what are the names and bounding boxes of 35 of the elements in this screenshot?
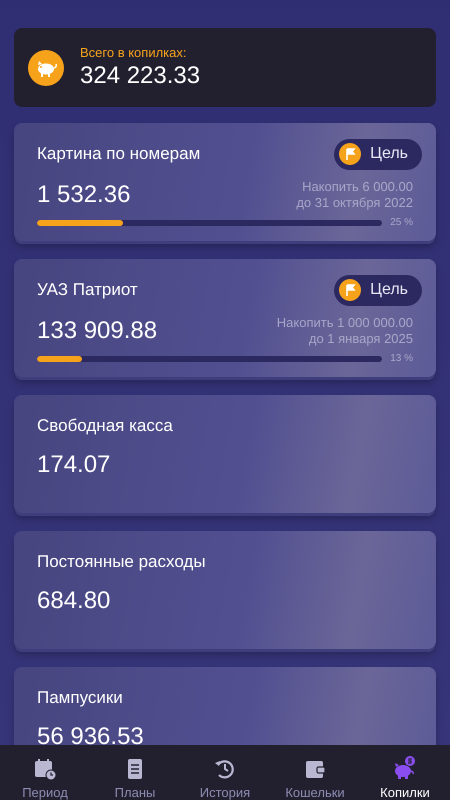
progress-percent: 25 %	[390, 217, 413, 228]
total-label: Всего в копилках:	[80, 45, 188, 60]
jar-name: УАЗ Патриот	[37, 280, 138, 300]
nav-tab[interactable]: Копилки	[360, 745, 450, 800]
flag-icon	[339, 143, 362, 165]
jar-amount: 133 909.88	[37, 317, 158, 345]
jar-card[interactable]: Свободная касса 174.07	[14, 395, 436, 513]
jar-name: Пампусики	[37, 688, 123, 708]
progress-percent: 13 %	[390, 353, 413, 364]
jar-name: Постоянные расходы	[37, 552, 206, 572]
calendar-icon	[33, 757, 57, 781]
piggy-bank-icon	[28, 50, 64, 86]
piggy-bank-icon	[392, 755, 418, 781]
flag-icon	[339, 279, 362, 301]
nav-tab[interactable]: Планы	[90, 745, 180, 800]
goal-target: Накопить 1 000 000.00	[276, 315, 413, 331]
jar-card[interactable]: УАЗ Патриот Цель 133 909.88 Накопить 1 000 000.00 до 1 января 2025 13 %	[14, 259, 436, 377]
total-amount: 324 223.33	[80, 62, 200, 90]
goal-deadline: до 31 октября 2022	[296, 195, 413, 211]
jar-name: Картина по номерам	[37, 144, 200, 164]
jar-name: Свободная касса	[37, 416, 173, 436]
nav-tab[interactable]: Кошельки	[270, 745, 360, 800]
jar-card[interactable]: Пампусики 56 936.53	[14, 667, 436, 745]
jar-amount: 174.07	[37, 451, 110, 479]
goal-button[interactable]: Цель	[334, 274, 422, 306]
nav-tab[interactable]: Период	[0, 745, 90, 800]
jar-amount: 684.80	[37, 587, 110, 615]
jar-amount: 1 532.36	[37, 181, 130, 209]
goal-deadline: до 1 января 2025	[308, 331, 413, 347]
jar-card[interactable]: Картина по номерам Цель 1 532.36 Накопить 6 000.00 до 31 октября 2022 25 %	[14, 123, 436, 241]
nav-tab[interactable]: История	[180, 745, 270, 800]
jar-card[interactable]: Постоянные расходы 684.80	[14, 531, 436, 649]
goal-target: Накопить 6 000.00	[302, 179, 413, 195]
goal-button[interactable]: Цель	[334, 138, 422, 170]
jar-amount: 56 936.53	[37, 723, 144, 745]
